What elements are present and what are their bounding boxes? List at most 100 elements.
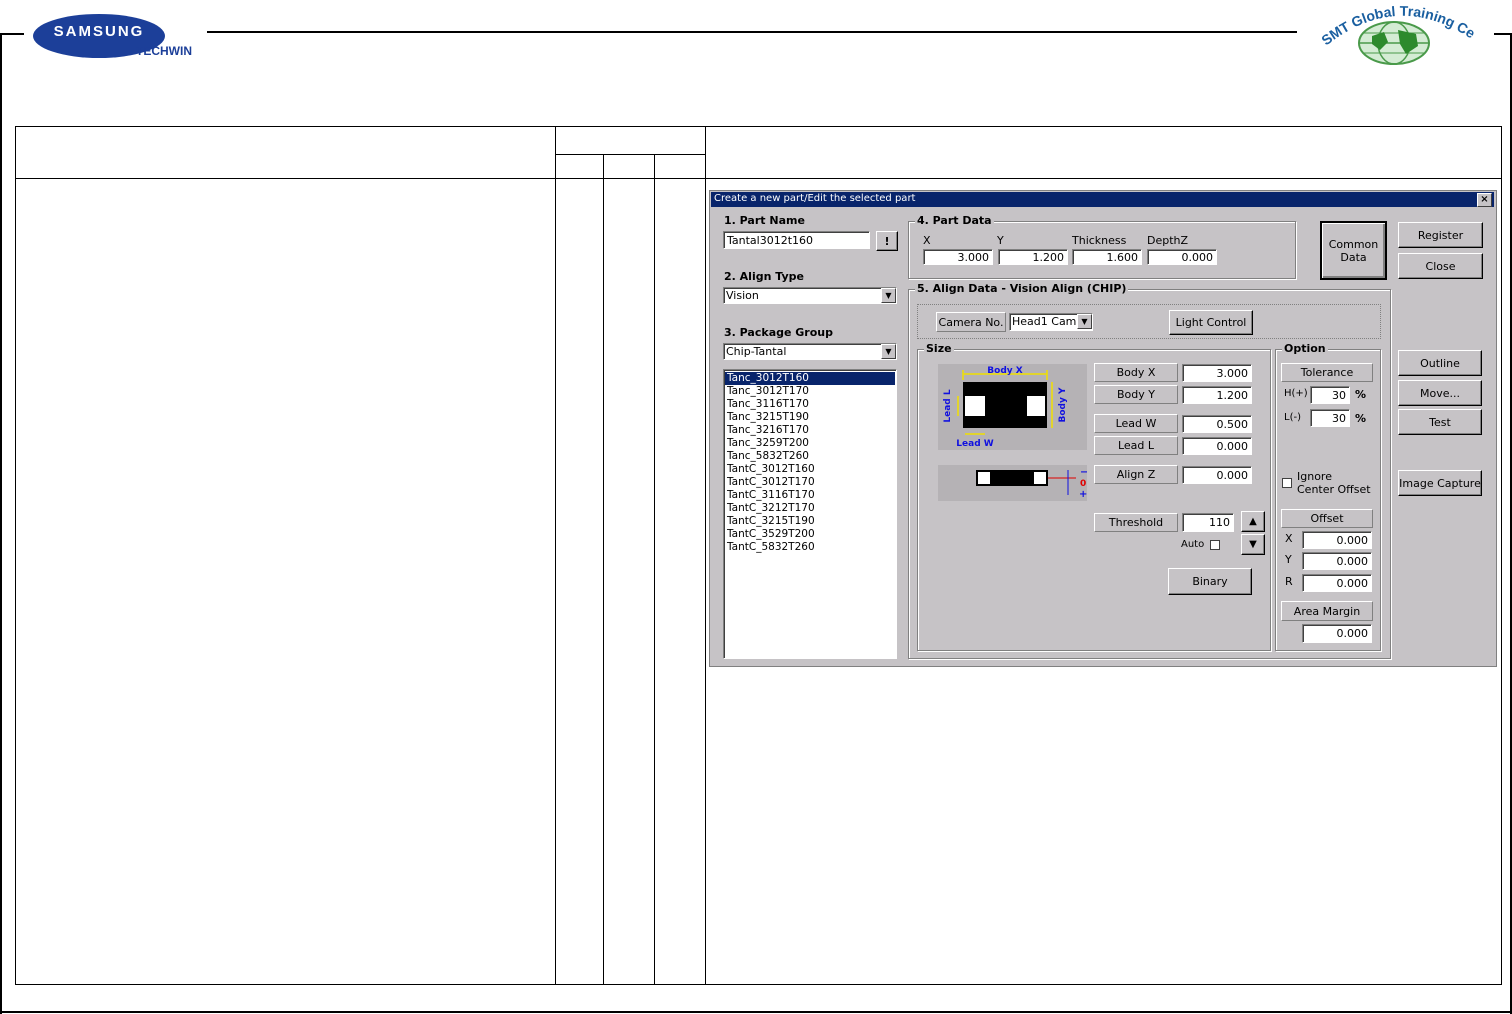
body-x-input[interactable]: 3.000 <box>1182 364 1252 382</box>
table-bottom <box>15 984 1502 985</box>
page-frame-bottom <box>0 1011 1512 1013</box>
list-item[interactable]: TantC_3212T170 <box>725 502 895 515</box>
depthz-input[interactable]: 0.000 <box>1147 249 1217 265</box>
test-button[interactable]: Test <box>1398 409 1482 435</box>
list-item[interactable]: TantC_5832T260 <box>725 541 895 554</box>
list-item[interactable]: TantC_3012T160 <box>725 463 895 476</box>
table-col-line <box>15 126 16 985</box>
chevron-down-icon[interactable]: ▼ <box>881 344 896 359</box>
part-name-label: 1. Part Name <box>724 214 805 227</box>
table-header-bottom <box>15 178 1502 179</box>
image-capture-button[interactable]: Image Capture <box>1398 470 1482 496</box>
thickness-input[interactable]: 1.600 <box>1072 249 1142 265</box>
align-data-label: 5. Align Data - Vision Align (CHIP) <box>915 282 1129 295</box>
camera-select[interactable]: Head1 Cam ▼ <box>1009 313 1093 331</box>
fig-lead-w-label: Lead W <box>956 439 993 449</box>
header-rule-left <box>0 33 24 35</box>
align-type-label: 2. Align Type <box>724 270 804 283</box>
tolerance-h-input[interactable]: 30 <box>1310 386 1350 404</box>
package-group-select[interactable]: Chip-Tantal ▼ <box>723 343 897 360</box>
offset-r-input[interactable]: 0.000 <box>1302 574 1372 592</box>
x-label: X <box>923 234 931 247</box>
table-top <box>15 126 1502 127</box>
align-z-input[interactable]: 0.000 <box>1182 466 1252 484</box>
align-z-figure: − 0 + <box>976 467 1088 500</box>
part-y-input[interactable]: 1.200 <box>998 249 1068 265</box>
table-col-line <box>603 154 604 985</box>
binary-button[interactable]: Binary <box>1168 568 1252 595</box>
align-z-diagram: − 0 + <box>938 465 1088 501</box>
auto-checkbox[interactable] <box>1210 540 1220 550</box>
chip-dimension-figure: Body X Body Y Lead L Lead W <box>943 366 1068 449</box>
fig-plus-label: + <box>1079 489 1087 500</box>
samsung-logo-text: SAMSUNG <box>53 23 145 40</box>
common-data-button[interactable]: Common Data <box>1320 221 1387 280</box>
thickness-label: Thickness <box>1072 234 1127 247</box>
list-item[interactable]: Tanc_5832T260 <box>725 450 895 463</box>
align-z-label: Align Z <box>1094 465 1178 484</box>
h-percent-label: % <box>1355 388 1367 401</box>
light-control-button[interactable]: Light Control <box>1169 310 1253 335</box>
list-item[interactable]: Tanc_3216T170 <box>725 424 895 437</box>
l-minus-label: L(-) <box>1284 412 1301 423</box>
offset-r-label: R <box>1285 575 1293 588</box>
list-item[interactable]: TantC_3529T200 <box>725 528 895 541</box>
depthz-label: DepthZ <box>1147 234 1189 247</box>
l-percent-label: % <box>1355 412 1367 425</box>
dialog-title: Create a new part/Edit the selected part <box>714 193 916 204</box>
part-data-label: 4. Part Data <box>915 214 994 227</box>
tolerance-l-input[interactable]: 30 <box>1310 409 1350 427</box>
lead-l-input[interactable]: 0.000 <box>1182 437 1252 455</box>
list-item[interactable]: TantC_3012T170 <box>725 476 895 489</box>
part-x-input[interactable]: 3.000 <box>923 249 993 265</box>
threshold-label: Threshold <box>1094 513 1178 532</box>
y-label: Y <box>997 234 1004 247</box>
package-group-label: 3. Package Group <box>724 326 833 339</box>
part-name-check-button[interactable]: ! <box>876 231 898 251</box>
body-size-diagram: Body X Body Y Lead L Lead W <box>938 364 1087 450</box>
fig-body-x-label: Body X <box>987 366 1022 376</box>
list-item[interactable]: Tanc_3259T200 <box>725 437 895 450</box>
chevron-down-icon[interactable]: ▼ <box>881 288 896 303</box>
list-item[interactable]: TantC_3116T170 <box>725 489 895 502</box>
package-list[interactable]: Tanc_3012T160 Tanc_3012T170 Tanc_3116T170 T… <box>723 369 897 659</box>
body-y-label: Body Y <box>1094 385 1178 404</box>
area-margin-input[interactable]: 0.000 <box>1302 624 1372 643</box>
offset-label: Offset <box>1281 509 1373 528</box>
move-button[interactable]: Move... <box>1398 380 1482 406</box>
auto-label: Auto <box>1181 539 1205 550</box>
table-subheader-line <box>555 154 705 155</box>
ignore-center-offset-checkbox[interactable] <box>1282 478 1292 488</box>
list-item[interactable]: Tanc_3012T170 <box>725 385 895 398</box>
threshold-up-icon[interactable]: ▲ <box>1241 511 1265 532</box>
threshold-down-icon[interactable]: ▼ <box>1241 534 1265 555</box>
fig-body-y-label: Body Y <box>1058 387 1068 422</box>
body-y-input[interactable]: 1.200 <box>1182 386 1252 404</box>
size-label: Size <box>924 342 954 355</box>
lead-w-label: Lead W <box>1094 414 1178 433</box>
register-button[interactable]: Register <box>1398 222 1483 248</box>
list-item[interactable]: TantC_3215T190 <box>725 515 895 528</box>
ignore-center-offset-label: Ignore Center Offset <box>1297 470 1371 496</box>
table-col-line <box>654 154 655 985</box>
offset-y-input[interactable]: 0.000 <box>1302 552 1372 570</box>
list-item[interactable]: Tanc_3215T190 <box>725 411 895 424</box>
header-rule <box>207 31 1297 33</box>
align-type-select[interactable]: Vision ▼ <box>723 287 897 304</box>
close-button[interactable]: Close <box>1398 253 1483 279</box>
threshold-input[interactable]: 110 <box>1182 513 1234 532</box>
techwin-logo-text: TECHWIN <box>136 44 192 58</box>
fig-zero-label: 0 <box>1080 479 1086 489</box>
outline-button[interactable]: Outline <box>1398 350 1482 376</box>
fig-lead-l-label: Lead L <box>943 389 953 422</box>
option-label: Option <box>1282 342 1328 355</box>
lead-w-input[interactable]: 0.500 <box>1182 415 1252 433</box>
h-plus-label: H(+) <box>1284 388 1308 399</box>
body-x-label: Body X <box>1094 363 1178 382</box>
part-name-input[interactable]: Tantal3012t160 <box>723 231 870 249</box>
list-item[interactable]: Tanc_3012T160 <box>725 372 895 385</box>
list-item[interactable]: Tanc_3116T170 <box>725 398 895 411</box>
dialog-close-icon[interactable]: × <box>1477 193 1492 207</box>
chevron-down-icon[interactable]: ▼ <box>1077 314 1092 329</box>
offset-x-input[interactable]: 0.000 <box>1302 531 1372 549</box>
